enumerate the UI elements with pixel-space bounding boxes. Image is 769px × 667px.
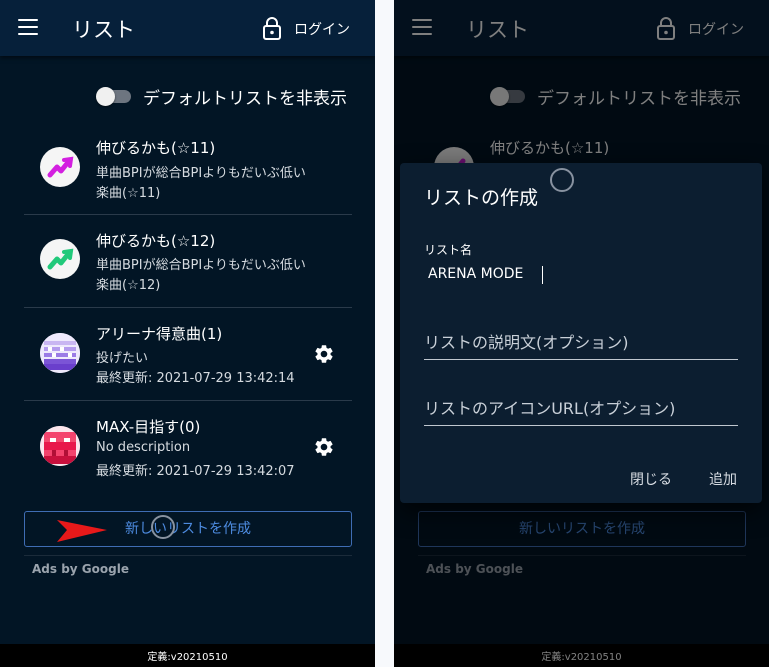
icon-url-placeholder: リストのアイコンURL(オプション) — [424, 399, 676, 418]
page-title: リスト — [72, 18, 135, 42]
description-placeholder: リストの説明文(オプション) — [424, 333, 629, 352]
list-item[interactable]: 伸びるかも(☆11) 単曲BPIが総合BPIよりもだいぶ低い 楽曲(☆11) — [24, 125, 352, 215]
list-item-description: 楽曲(☆11) — [96, 186, 161, 201]
list-item-title: アリーナ得意曲(1) — [96, 325, 223, 343]
list-item-updated: 最終更新: 2021-07-29 13:42:07 — [96, 464, 295, 479]
list-item-description: 単曲BPIが総合BPIよりもだいぶ低い — [96, 258, 306, 273]
footer: 定義:v20210510 — [0, 644, 375, 667]
icon-url-field[interactable]: リストのアイコンURL(オプション) — [424, 389, 738, 426]
hide-default-toggle[interactable] — [96, 87, 132, 106]
dialog-title: リストの作成 — [424, 187, 539, 209]
list-item[interactable]: アリーナ得意曲(1) 投げたい 最終更新: 2021-07-29 13:42:1… — [24, 308, 352, 401]
list-item-description: No description — [96, 440, 191, 455]
list-item-description: 投げたい — [96, 351, 149, 366]
list-name-label: リスト名 — [424, 243, 473, 257]
menu-icon[interactable] — [18, 19, 38, 35]
trend-up-green-icon — [40, 239, 80, 279]
divider — [24, 555, 352, 556]
cursor-ring-icon — [151, 515, 175, 539]
app-bar: リスト ログイン — [0, 0, 375, 56]
trend-up-purple-icon — [40, 147, 80, 187]
list-item[interactable]: MAX-目指す(0) No description 最終更新: 2021-07-… — [24, 401, 352, 495]
list-item[interactable]: 伸びるかも(☆12) 単曲BPIが総合BPIよりもだいぶ低い 楽曲(☆12) — [24, 215, 352, 308]
close-button[interactable]: 閉じる — [630, 469, 672, 489]
red-pixel-avatar — [40, 426, 80, 466]
list-screen-with-dialog: リスト ログイン デフォルトリストを非表示 伸びるかも(☆11) 新しいリストを… — [394, 0, 769, 667]
gear-icon[interactable] — [313, 343, 335, 365]
cursor-ring-icon — [550, 168, 574, 192]
list-name-input[interactable]: ARENA MODE — [428, 266, 523, 282]
lock-icon[interactable] — [261, 16, 283, 40]
list-item-title: MAX-目指す(0) — [96, 418, 201, 436]
hide-default-toggle-label: デフォルトリストを非表示 — [143, 89, 347, 109]
list-item-title: 伸びるかも(☆11) — [96, 139, 216, 157]
list-item-title: 伸びるかも(☆12) — [96, 232, 216, 250]
text-caret — [542, 266, 543, 284]
version-label: 定義:v20210510 — [147, 652, 228, 663]
create-list-dialog: リストの作成 リスト名 ARENA MODE リストの説明文(オプション) リス… — [400, 163, 762, 503]
description-field[interactable]: リストの説明文(オプション) — [424, 323, 738, 360]
login-button[interactable]: ログイン — [294, 19, 350, 39]
list-item-description: 単曲BPIが総合BPIよりもだいぶ低い — [96, 166, 306, 181]
list-item-description: 楽曲(☆12) — [96, 278, 161, 293]
purple-pixel-avatar — [40, 333, 80, 373]
gear-icon[interactable] — [313, 436, 335, 458]
list-item-updated: 最終更新: 2021-07-29 13:42:14 — [96, 371, 295, 386]
red-arrow-icon — [57, 520, 107, 542]
ads-label: Ads by Google — [32, 562, 129, 576]
list-screen: リスト ログイン デフォルトリストを非表示 伸びるかも(☆11) 単曲BPIが総… — [0, 0, 375, 667]
add-button[interactable]: 追加 — [709, 469, 737, 489]
